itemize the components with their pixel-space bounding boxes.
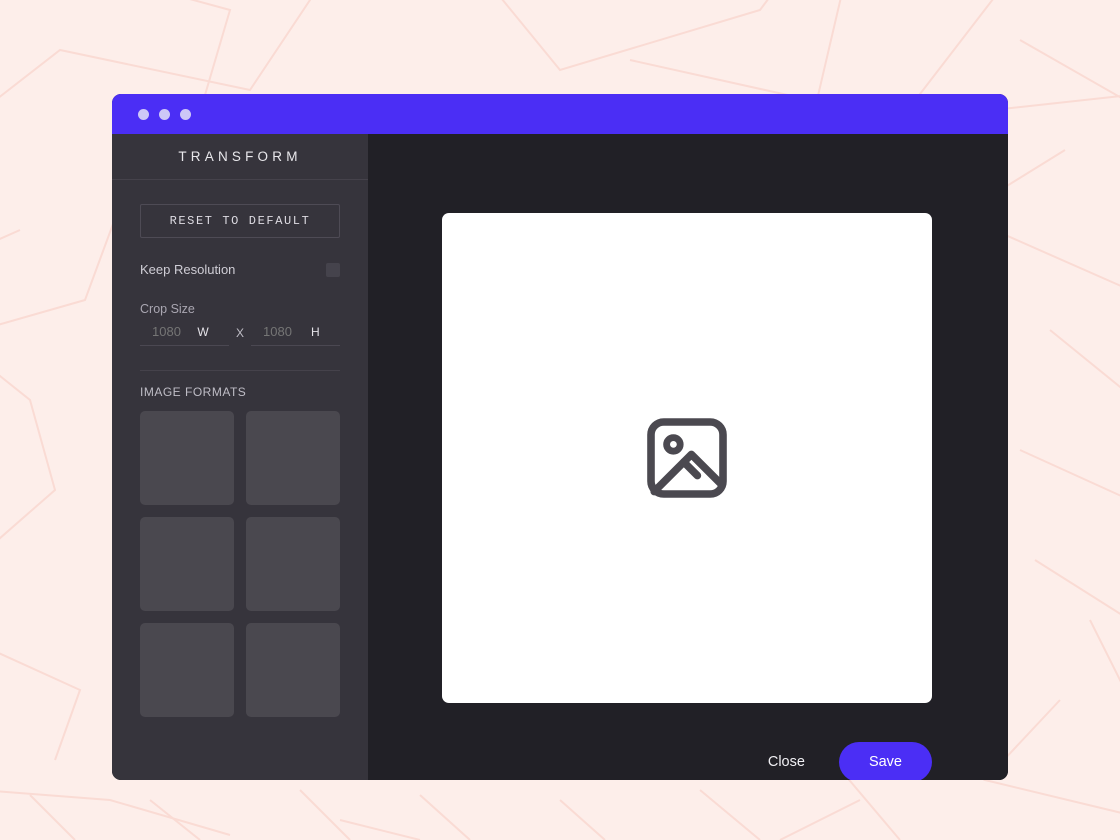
format-tile-4[interactable]: [246, 517, 340, 611]
sidebar: TRANSFORM RESET TO DEFAULT Keep Resoluti…: [112, 134, 368, 780]
format-tile-1[interactable]: [140, 411, 234, 505]
main-panel: Close Save: [368, 134, 1008, 780]
format-tile-3[interactable]: [140, 517, 234, 611]
window-dot-1[interactable]: [138, 109, 149, 120]
window-body: TRANSFORM RESET TO DEFAULT Keep Resoluti…: [112, 134, 1008, 780]
image-canvas[interactable]: [442, 213, 932, 703]
crop-height-input[interactable]: [251, 324, 311, 339]
image-formats-label: IMAGE FORMATS: [140, 385, 340, 399]
image-placeholder-icon: [639, 410, 735, 506]
close-button[interactable]: Close: [766, 748, 807, 776]
crop-size-separator: X: [229, 326, 251, 346]
format-tile-2[interactable]: [246, 411, 340, 505]
crop-width-field: W: [140, 324, 229, 346]
window-dot-2[interactable]: [159, 109, 170, 120]
panel-title: TRANSFORM: [178, 149, 301, 164]
canvas-area: [368, 134, 1008, 703]
crop-height-field: H: [251, 324, 340, 346]
keep-resolution-row: Keep Resolution: [140, 262, 340, 277]
dialog-footer: Close Save: [368, 703, 1008, 780]
crop-size-row: W X H: [140, 324, 340, 346]
keep-resolution-checkbox[interactable]: [326, 263, 340, 277]
window-dot-3[interactable]: [180, 109, 191, 120]
save-button[interactable]: Save: [839, 742, 932, 781]
format-tile-6[interactable]: [246, 623, 340, 717]
crop-size-label: Crop Size: [140, 302, 340, 316]
crop-width-unit: W: [197, 325, 229, 339]
window-titlebar: [112, 94, 1008, 134]
app-window: TRANSFORM RESET TO DEFAULT Keep Resoluti…: [112, 94, 1008, 780]
reset-to-default-button[interactable]: RESET TO DEFAULT: [140, 204, 340, 238]
sidebar-content: RESET TO DEFAULT Keep Resolution Crop Si…: [112, 180, 368, 717]
sidebar-divider: [140, 370, 340, 371]
crop-height-unit: H: [311, 325, 340, 339]
keep-resolution-label: Keep Resolution: [140, 262, 235, 277]
format-tile-5[interactable]: [140, 623, 234, 717]
sidebar-header: TRANSFORM: [112, 134, 368, 180]
crop-width-input[interactable]: [140, 324, 197, 339]
image-formats-grid: [140, 411, 340, 717]
